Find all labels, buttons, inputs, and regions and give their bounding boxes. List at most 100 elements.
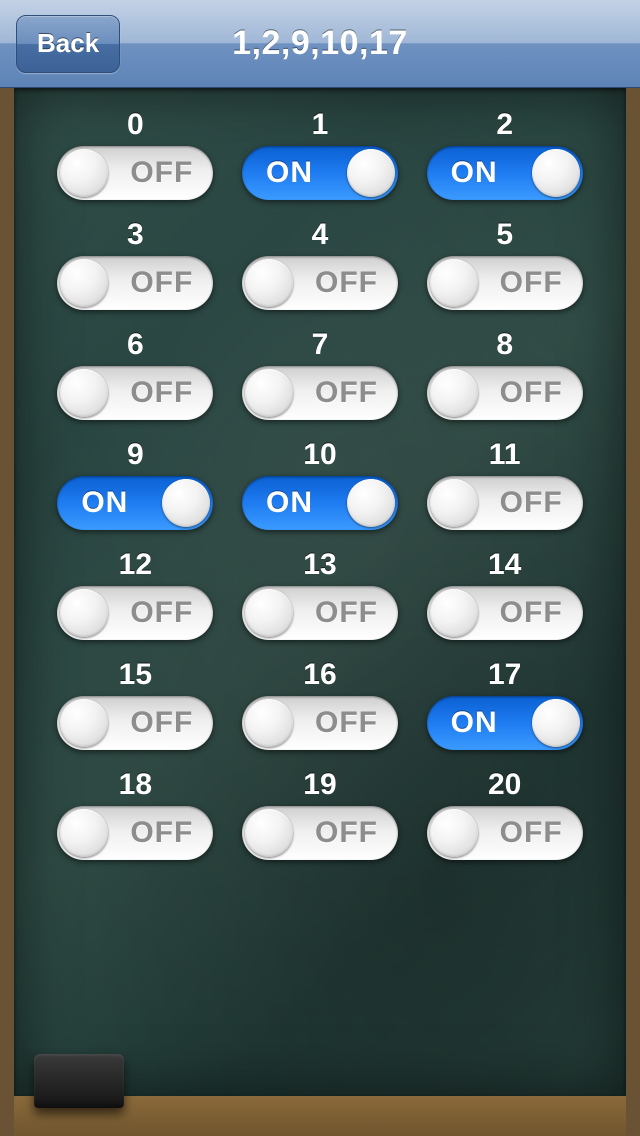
toggle-switch-6[interactable]: OFF	[57, 366, 213, 420]
switch-label: 5	[496, 218, 513, 252]
chalk-eraser	[34, 1054, 124, 1108]
toggle-switch-9[interactable]: ON	[57, 476, 213, 530]
switch-state-text: ON	[451, 696, 498, 750]
switch-knob	[430, 589, 478, 637]
switch-cell-19: 19 OFF	[233, 768, 408, 860]
switch-cell-11: 11 OFF	[417, 438, 592, 530]
toggle-switch-0[interactable]: OFF	[57, 146, 213, 200]
switch-label: 9	[127, 438, 144, 472]
switch-label: 14	[488, 548, 521, 582]
switch-state-text: ON	[266, 476, 313, 530]
switch-knob	[245, 809, 293, 857]
toggle-switch-1[interactable]: ON	[242, 146, 398, 200]
switch-cell-0: 0 OFF	[48, 108, 223, 200]
switch-label: 3	[127, 218, 144, 252]
switch-label: 10	[303, 438, 336, 472]
switch-cell-2: 2 ON	[417, 108, 592, 200]
switch-knob	[430, 479, 478, 527]
toggle-switch-7[interactable]: OFF	[242, 366, 398, 420]
toggle-switch-20[interactable]: OFF	[427, 806, 583, 860]
switch-state-text: OFF	[315, 696, 378, 750]
chalkboard-frame: 0 OFF 1 ON 2 ON 3 OFF 4 OFF 5 OFF 6 OFF 7 OFF 8 OFF 9 ON 10 O…	[0, 88, 640, 1136]
switch-cell-16: 16 OFF	[233, 658, 408, 750]
switch-knob	[60, 589, 108, 637]
toggle-switch-15[interactable]: OFF	[57, 696, 213, 750]
toggle-switch-13[interactable]: OFF	[242, 586, 398, 640]
switch-state-text: OFF	[500, 586, 563, 640]
toggle-switch-2[interactable]: ON	[427, 146, 583, 200]
switch-state-text: OFF	[500, 256, 563, 310]
switch-cell-7: 7 OFF	[233, 328, 408, 420]
switch-state-text: OFF	[130, 696, 193, 750]
switch-knob	[245, 259, 293, 307]
switch-state-text: OFF	[315, 366, 378, 420]
switch-state-text: ON	[266, 146, 313, 200]
toggle-switch-4[interactable]: OFF	[242, 256, 398, 310]
switch-cell-18: 18 OFF	[48, 768, 223, 860]
switch-state-text: OFF	[500, 366, 563, 420]
switch-cell-14: 14 OFF	[417, 548, 592, 640]
switch-knob	[162, 479, 210, 527]
switch-label: 6	[127, 328, 144, 362]
switch-state-text: OFF	[130, 806, 193, 860]
switch-label: 13	[303, 548, 336, 582]
toggle-switch-10[interactable]: ON	[242, 476, 398, 530]
switch-knob	[60, 809, 108, 857]
toggle-switch-8[interactable]: OFF	[427, 366, 583, 420]
switch-cell-15: 15 OFF	[48, 658, 223, 750]
switch-label: 0	[127, 108, 144, 142]
switch-knob	[60, 259, 108, 307]
switch-state-text: OFF	[130, 586, 193, 640]
switch-label: 19	[303, 768, 336, 802]
switch-knob	[430, 369, 478, 417]
navbar: Back 1,2,9,10,17	[0, 0, 640, 88]
switch-cell-13: 13 OFF	[233, 548, 408, 640]
switch-cell-12: 12OFF	[48, 548, 223, 640]
switch-state-text: OFF	[130, 366, 193, 420]
switch-state-text: OFF	[130, 146, 193, 200]
switch-state-text: OFF	[130, 256, 193, 310]
switch-state-text: OFF	[315, 586, 378, 640]
toggle-switch-12[interactable]: OFF	[57, 586, 213, 640]
switch-cell-6: 6 OFF	[48, 328, 223, 420]
toggle-switch-14[interactable]: OFF	[427, 586, 583, 640]
switch-label: 4	[312, 218, 329, 252]
chalkboard: 0 OFF 1 ON 2 ON 3 OFF 4 OFF 5 OFF 6 OFF 7 OFF 8 OFF 9 ON 10 O…	[14, 88, 626, 1096]
switch-cell-1: 1 ON	[233, 108, 408, 200]
switch-cell-17: 17 ON	[417, 658, 592, 750]
switch-label: 20	[488, 768, 521, 802]
toggle-switch-3[interactable]: OFF	[57, 256, 213, 310]
toggle-switch-19[interactable]: OFF	[242, 806, 398, 860]
back-button[interactable]: Back	[16, 15, 120, 73]
switch-label: 1	[312, 108, 329, 142]
switch-knob	[430, 809, 478, 857]
switch-state-text: ON	[451, 146, 498, 200]
switch-label: 7	[312, 328, 329, 362]
toggle-switch-16[interactable]: OFF	[242, 696, 398, 750]
switch-knob	[245, 369, 293, 417]
switch-cell-10: 10 ON	[233, 438, 408, 530]
toggle-switch-17[interactable]: ON	[427, 696, 583, 750]
toggle-switch-11[interactable]: OFF	[427, 476, 583, 530]
switch-knob	[60, 149, 108, 197]
switch-label: 11	[489, 438, 521, 472]
switch-cell-5: 5 OFF	[417, 218, 592, 310]
toggle-switch-18[interactable]: OFF	[57, 806, 213, 860]
switch-cell-9: 9 ON	[48, 438, 223, 530]
switch-cell-3: 3 OFF	[48, 218, 223, 310]
switch-label: 17	[488, 658, 521, 692]
switch-label: 16	[303, 658, 336, 692]
switch-knob	[347, 479, 395, 527]
switch-state-text: OFF	[500, 476, 563, 530]
switch-knob	[430, 259, 478, 307]
switch-label: 2	[496, 108, 513, 142]
switch-label: 8	[496, 328, 513, 362]
switch-knob	[60, 369, 108, 417]
switch-cell-8: 8 OFF	[417, 328, 592, 420]
switch-knob	[245, 589, 293, 637]
toggle-switch-5[interactable]: OFF	[427, 256, 583, 310]
switch-label: 15	[119, 658, 152, 692]
switch-state-text: OFF	[315, 806, 378, 860]
switch-label: 18	[119, 768, 152, 802]
switch-knob	[532, 699, 580, 747]
